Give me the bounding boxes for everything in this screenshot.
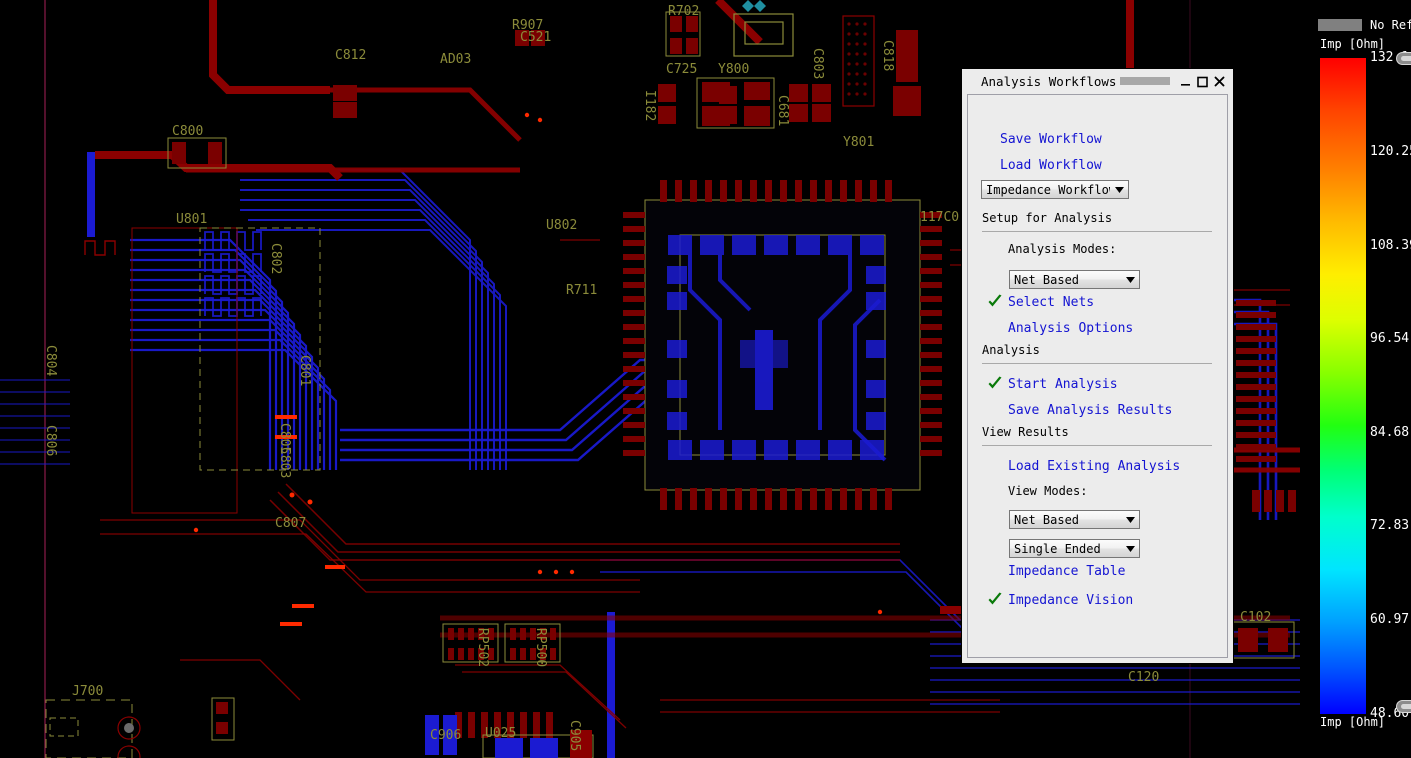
start-analysis-link[interactable]: Start Analysis [1008, 377, 1118, 392]
load-workflow-link[interactable]: Load Workflow [1000, 158, 1102, 173]
dialog-drag-handle[interactable] [1120, 77, 1170, 85]
dialog-titlebar[interactable]: Analysis Workflows [962, 69, 1233, 93]
impedance-color-legend: No Ref Imp [Ohm] 132.16120.25108.3996.54… [1312, 0, 1411, 758]
legend-tick-6: 60.97 [1370, 612, 1409, 627]
chevron-down-icon [1110, 187, 1128, 193]
legend-unit-label-bottom: Imp [Ohm] [1320, 715, 1385, 729]
pcb-qfp-u802 [623, 180, 942, 510]
check-icon-select-nets [987, 294, 1003, 310]
analysis-modes-label: Analysis Modes: [1008, 242, 1116, 256]
minimize-icon[interactable] [1177, 73, 1194, 90]
analysis-section-header: Analysis [982, 343, 1040, 357]
impedance-table-link[interactable]: Impedance Table [1008, 564, 1125, 579]
dialog-title: Analysis Workflows [981, 74, 1116, 89]
view-mode-value: Net Based [1010, 513, 1121, 527]
signal-type-value: Single Ended [1010, 542, 1121, 556]
load-existing-analysis-link[interactable]: Load Existing Analysis [1008, 459, 1180, 474]
chevron-down-icon [1121, 277, 1139, 283]
legend-unit-label-top: Imp [Ohm] [1320, 37, 1385, 51]
check-icon-impedance-vision [987, 592, 1003, 608]
analysis-options-link[interactable]: Analysis Options [1008, 321, 1133, 336]
legend-tick-4: 84.68 [1370, 425, 1409, 440]
legend-min-handle[interactable] [1396, 700, 1411, 713]
view-mode-select[interactable]: Net Based [1009, 510, 1140, 529]
select-nets-link[interactable]: Select Nets [1008, 295, 1094, 310]
legend-no-ref-row: No Ref [1318, 18, 1411, 32]
save-workflow-link[interactable]: Save Workflow [1000, 132, 1102, 147]
analysis-mode-select[interactable]: Net Based [1009, 270, 1140, 289]
no-ref-swatch [1318, 19, 1362, 31]
legend-tick-1: 120.25 [1370, 144, 1411, 159]
maximize-icon[interactable] [1194, 73, 1211, 90]
check-icon-start-analysis [987, 376, 1003, 392]
analysis-section-rule [982, 363, 1212, 364]
chevron-down-icon [1121, 517, 1139, 523]
dialog-body: Save Workflow Load Workflow Impedance Wo… [967, 94, 1228, 658]
analysis-workflows-dialog[interactable]: Analysis Workflows Save Workflow Load Wo… [961, 68, 1234, 664]
setup-section-header: Setup for Analysis [982, 211, 1112, 225]
workflow-select-value: Impedance Workflow [982, 183, 1110, 197]
view-results-section-header: View Results [982, 425, 1069, 439]
legend-tick-3: 96.54 [1370, 331, 1409, 346]
save-analysis-results-link[interactable]: Save Analysis Results [1008, 403, 1172, 418]
setup-section-rule [982, 231, 1212, 232]
view-modes-label: View Modes: [1008, 484, 1087, 498]
workflow-select[interactable]: Impedance Workflow [981, 180, 1129, 199]
no-ref-label: No Ref [1370, 18, 1411, 32]
legend-tick-2: 108.39 [1370, 238, 1411, 253]
legend-gradient-bar[interactable] [1320, 58, 1366, 714]
view-results-section-rule [982, 445, 1212, 446]
legend-max-handle[interactable] [1396, 52, 1411, 65]
signal-type-select[interactable]: Single Ended [1009, 539, 1140, 558]
chevron-down-icon [1121, 546, 1139, 552]
close-icon[interactable] [1211, 73, 1228, 90]
analysis-mode-value: Net Based [1010, 273, 1121, 287]
impedance-vision-link[interactable]: Impedance Vision [1008, 593, 1133, 608]
legend-tick-5: 72.83 [1370, 518, 1409, 533]
